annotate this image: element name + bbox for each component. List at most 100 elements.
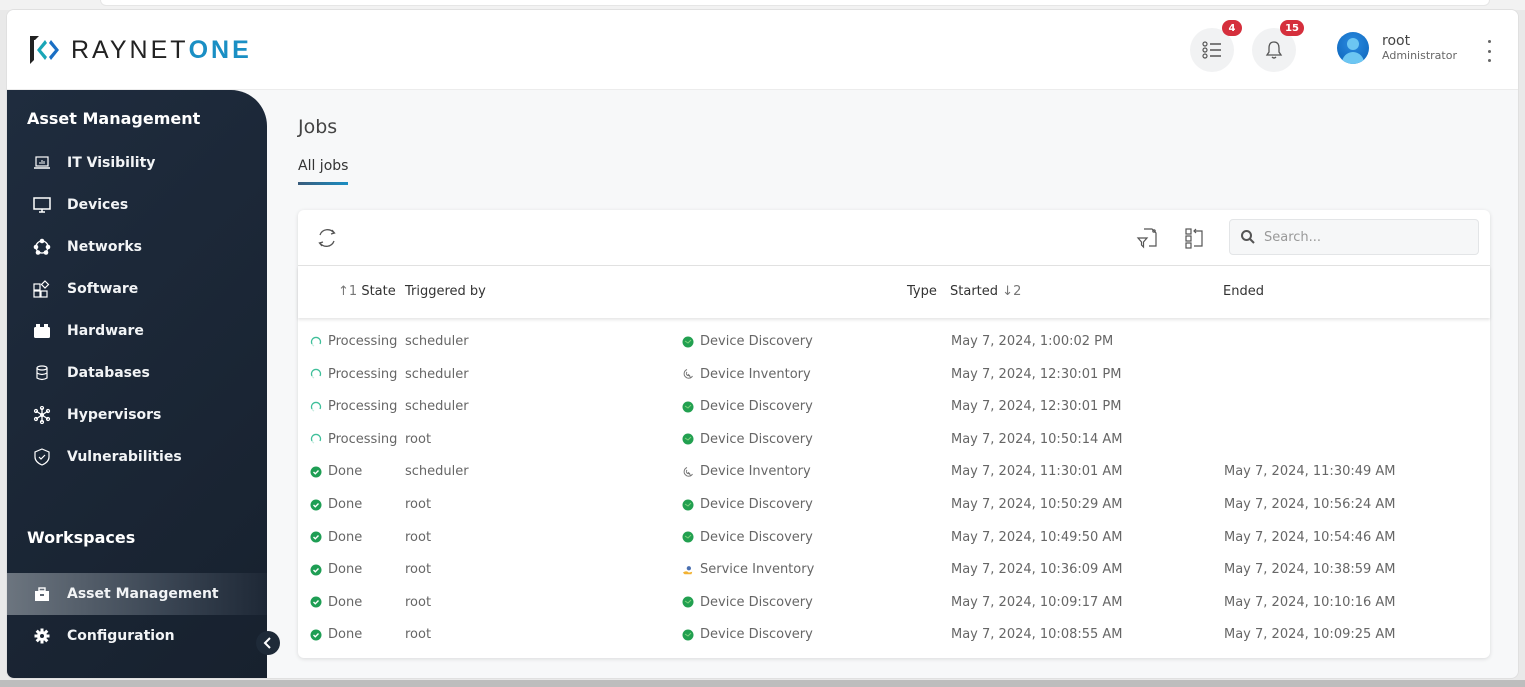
table-row[interactable]: Processing scheduler Device Discovery Ma…	[298, 326, 1490, 358]
chevron-left-icon	[263, 637, 271, 649]
device-discovery-icon	[682, 629, 694, 641]
type-text: Device Discovery	[700, 529, 813, 545]
refresh-button[interactable]	[314, 225, 340, 251]
started-cell: May 7, 2024, 10:49:50 AM	[951, 530, 1123, 545]
ended-text: May 7, 2024, 11:30:49 AM	[1224, 464, 1396, 480]
filter-button[interactable]	[1134, 225, 1160, 251]
started-text: May 7, 2024, 12:30:01 PM	[951, 366, 1122, 382]
started-text: May 7, 2024, 12:30:01 PM	[951, 399, 1122, 415]
ended-cell: May 7, 2024, 10:10:16 AM	[1224, 595, 1396, 610]
type-cell: Device Inventory	[682, 367, 811, 382]
collapse-sidebar-button[interactable]	[256, 631, 280, 655]
app-header: RAYNETONE 4 15 root Administrator	[7, 10, 1518, 90]
apps-icon	[32, 279, 52, 299]
raynetone-logo[interactable]: RAYNETONE	[27, 34, 252, 66]
type-cell: Device Discovery	[682, 497, 813, 512]
type-text: Service Inventory	[700, 562, 815, 578]
state-text: Done	[328, 464, 363, 480]
tab-all-jobs[interactable]: All jobs	[298, 158, 349, 185]
ended-cell: May 7, 2024, 10:09:25 AM	[1224, 627, 1396, 642]
sidebar-item-hardware[interactable]: Hardware	[7, 310, 267, 352]
type-text: Device Inventory	[700, 464, 811, 480]
column-label: State	[361, 284, 396, 299]
started-text: May 7, 2024, 10:49:50 AM	[951, 529, 1123, 545]
started-cell: May 7, 2024, 10:09:17 AM	[951, 595, 1123, 610]
database-icon	[32, 363, 52, 383]
columns-icon	[1185, 228, 1203, 249]
sort-order-started: 2	[1013, 284, 1022, 299]
type-text: Device Discovery	[700, 627, 813, 643]
device-inventory-icon	[682, 368, 694, 380]
started-cell: May 7, 2024, 12:30:01 PM	[951, 367, 1121, 382]
triggered-by-text: root	[405, 627, 432, 643]
sidebar-item-label: Configuration	[67, 628, 175, 644]
tasks-button[interactable]: 4	[1190, 20, 1242, 72]
table-row[interactable]: Processing scheduler Device Inventory Ma…	[298, 359, 1490, 391]
table-row[interactable]: Done root Service Inventory May 7, 2024,…	[298, 554, 1490, 586]
processing-spinner-icon	[310, 336, 322, 348]
notifications-button[interactable]: 15	[1252, 20, 1304, 72]
table-row[interactable]: Done root Device Discovery May 7, 2024, …	[298, 522, 1490, 554]
processing-spinner-icon	[310, 433, 322, 445]
sidebar-item-devices[interactable]: Devices	[7, 184, 267, 226]
triggered-by-text: root	[405, 431, 432, 447]
refresh-icon	[318, 229, 336, 247]
user-menu[interactable]: root Administrator	[1337, 32, 1457, 64]
triggered-by-cell: scheduler	[405, 334, 469, 349]
sidebar-item-label: Software	[67, 281, 139, 297]
processing-spinner-icon	[310, 368, 322, 380]
done-check-icon	[310, 466, 322, 478]
triggered-by-text: scheduler	[405, 334, 469, 349]
table-row[interactable]: Processing scheduler Device Discovery Ma…	[298, 391, 1490, 423]
triggered-by-text: root	[405, 497, 432, 512]
workspace-configuration[interactable]: Configuration	[7, 615, 267, 657]
table-row[interactable]: Done root Device Discovery May 7, 2024, …	[298, 489, 1490, 521]
column-header-triggered-by[interactable]: Triggered by	[405, 284, 486, 299]
sidebar-item-vulnerabilities[interactable]: Vulnerabilities	[7, 436, 267, 478]
columns-button[interactable]	[1181, 225, 1207, 251]
column-header-type[interactable]: Type	[907, 284, 937, 299]
type-text: Device Discovery	[700, 334, 813, 349]
sidebar-item-databases[interactable]: Databases	[7, 352, 267, 394]
type-cell: Device Discovery	[682, 334, 813, 349]
column-header-ended[interactable]: Ended	[1223, 284, 1264, 299]
sidebar-item-it-visibility[interactable]: IT Visibility	[7, 142, 267, 184]
sidebar-item-label: Networks	[67, 239, 143, 255]
state-text: Done	[328, 594, 363, 610]
tasks-badge: 4	[1222, 20, 1242, 36]
device-discovery-icon	[682, 433, 694, 445]
state-text: Done	[328, 627, 363, 643]
triggered-by-text: scheduler	[405, 464, 469, 480]
brand-wordmark: RAYNETONE	[71, 36, 252, 65]
service-inventory-icon	[682, 564, 694, 576]
state-cell: Done	[310, 464, 362, 479]
state-cell: Done	[310, 627, 362, 642]
workspace-asset-management[interactable]: Asset Management	[7, 573, 267, 615]
started-cell: May 7, 2024, 10:36:09 AM	[951, 562, 1123, 577]
sidebar-item-software[interactable]: Software	[7, 268, 267, 310]
sidebar-item-networks[interactable]: Networks	[7, 226, 267, 268]
started-text: May 7, 2024, 10:50:29 AM	[951, 497, 1123, 512]
sidebar-item-hypervisors[interactable]: Hypervisors	[7, 394, 267, 436]
search-input[interactable]	[1264, 229, 1464, 245]
triggered-by-cell: scheduler	[405, 399, 469, 414]
table-row[interactable]: Done root Device Discovery May 7, 2024, …	[298, 587, 1490, 619]
state-text: Done	[328, 497, 363, 512]
table-row[interactable]: Processing root Device Discovery May 7, …	[298, 424, 1490, 456]
column-header-started[interactable]: Started ↓2	[950, 284, 1021, 299]
user-role: Administrator	[1382, 48, 1457, 62]
state-cell: Done	[310, 595, 362, 610]
type-text: Device Inventory	[700, 366, 811, 382]
column-header-state[interactable]: ↑1 State	[338, 284, 396, 299]
triggered-by-text: root	[405, 562, 432, 578]
state-cell: Processing	[310, 334, 397, 349]
search-box[interactable]	[1229, 219, 1479, 255]
list-icon	[1202, 41, 1221, 59]
table-row[interactable]: Done scheduler Device Inventory May 7, 2…	[298, 456, 1490, 488]
column-label: Ended	[1223, 284, 1264, 299]
more-options-icon[interactable]	[1485, 40, 1493, 62]
briefcase-icon	[32, 584, 52, 604]
state-text: Done	[328, 562, 363, 578]
triggered-by-cell: root	[405, 595, 431, 610]
table-row[interactable]: Done root Device Discovery May 7, 2024, …	[298, 619, 1490, 651]
